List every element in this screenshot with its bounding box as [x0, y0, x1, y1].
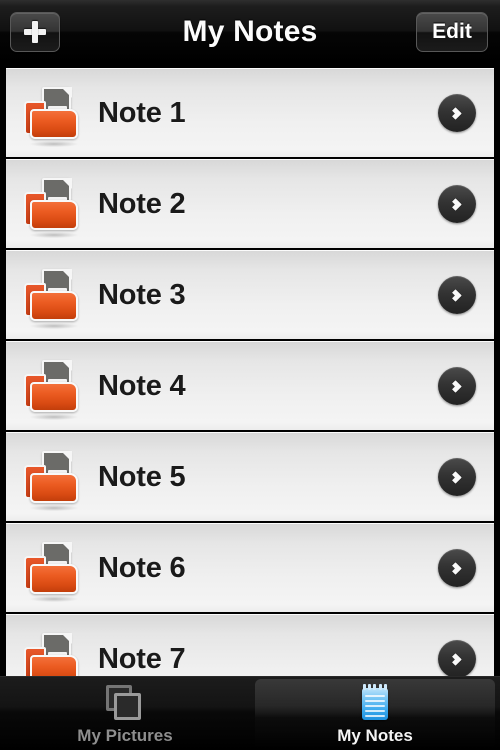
- chevron-right-icon[interactable]: [438, 367, 476, 405]
- document-corner-fold: [60, 268, 72, 280]
- tab-my-notes-label: My Notes: [337, 726, 413, 745]
- table-row[interactable]: Note 7: [6, 614, 494, 676]
- table-row[interactable]: Note 5: [6, 432, 494, 521]
- note-title: Note 4: [98, 370, 186, 402]
- tab-bar: My Pictures My Notes: [0, 676, 500, 750]
- chevron-glyph: [448, 652, 462, 666]
- chevron-glyph: [448, 470, 462, 484]
- document-corner-fold: [60, 86, 72, 98]
- photos-stack-icon: [104, 684, 146, 722]
- note-title: Note 2: [98, 188, 186, 220]
- tab-my-pictures[interactable]: My Pictures: [0, 677, 250, 750]
- folder-front-body: [30, 109, 78, 139]
- folder-document-icon: [22, 86, 80, 147]
- tab-my-pictures-label: My Pictures: [77, 726, 173, 745]
- chevron-right-icon[interactable]: [438, 94, 476, 132]
- folder-document-icon: [22, 177, 80, 238]
- folder-front-body: [30, 291, 78, 321]
- chevron-right-icon[interactable]: [438, 549, 476, 587]
- icon-drop-shadow: [30, 141, 78, 147]
- table-row[interactable]: Note 6: [6, 523, 494, 612]
- folder-front-body: [30, 473, 78, 503]
- document-corner-fold: [60, 632, 72, 644]
- folder-front-body: [30, 200, 78, 230]
- note-title: Note 7: [98, 643, 186, 675]
- photo-frame-front: [114, 693, 141, 720]
- folder-document-icon: [22, 632, 80, 676]
- chevron-glyph: [448, 197, 462, 211]
- table-row[interactable]: Note 3: [6, 250, 494, 339]
- table-row[interactable]: Note 1: [6, 68, 494, 157]
- chevron-right-icon[interactable]: [438, 276, 476, 314]
- document-corner-fold: [60, 359, 72, 371]
- chevron-glyph: [448, 288, 462, 302]
- document-corner-fold: [60, 541, 72, 553]
- icon-drop-shadow: [30, 232, 78, 238]
- icon-drop-shadow: [30, 414, 78, 420]
- icon-drop-shadow: [30, 596, 78, 602]
- tab-my-notes[interactable]: My Notes: [250, 677, 500, 750]
- app-screen: My Notes Edit Note 1 Note 2 Note 3 Note …: [0, 0, 500, 750]
- chevron-right-icon[interactable]: [438, 640, 476, 676]
- folder-front-body: [30, 382, 78, 412]
- notepad-spiral-rings: [362, 684, 388, 690]
- folder-document-icon: [22, 268, 80, 329]
- chevron-right-icon[interactable]: [438, 458, 476, 496]
- chevron-right-icon[interactable]: [438, 185, 476, 223]
- notepad-icon: [354, 684, 396, 722]
- folder-document-icon: [22, 541, 80, 602]
- table-row[interactable]: Note 4: [6, 341, 494, 430]
- icon-drop-shadow: [30, 323, 78, 329]
- notes-list-inner: Note 1 Note 2 Note 3 Note 4 Note 5 Note …: [6, 68, 494, 676]
- folder-document-icon: [22, 359, 80, 420]
- folder-front-body: [30, 564, 78, 594]
- document-corner-fold: [60, 177, 72, 189]
- note-title: Note 1: [98, 97, 186, 129]
- chevron-glyph: [448, 561, 462, 575]
- chevron-glyph: [448, 379, 462, 393]
- chevron-glyph: [448, 106, 462, 120]
- folder-front-body: [30, 655, 78, 676]
- table-row[interactable]: Note 2: [6, 159, 494, 248]
- note-title: Note 5: [98, 461, 186, 493]
- notes-list[interactable]: Note 1 Note 2 Note 3 Note 4 Note 5 Note …: [0, 64, 500, 676]
- navigation-bar: My Notes Edit: [0, 0, 500, 64]
- note-title: Note 3: [98, 279, 186, 311]
- notepad-ruled-lines: [365, 695, 385, 720]
- note-title: Note 6: [98, 552, 186, 584]
- edit-button[interactable]: Edit: [416, 12, 488, 52]
- folder-document-icon: [22, 450, 80, 511]
- icon-drop-shadow: [30, 505, 78, 511]
- document-corner-fold: [60, 450, 72, 462]
